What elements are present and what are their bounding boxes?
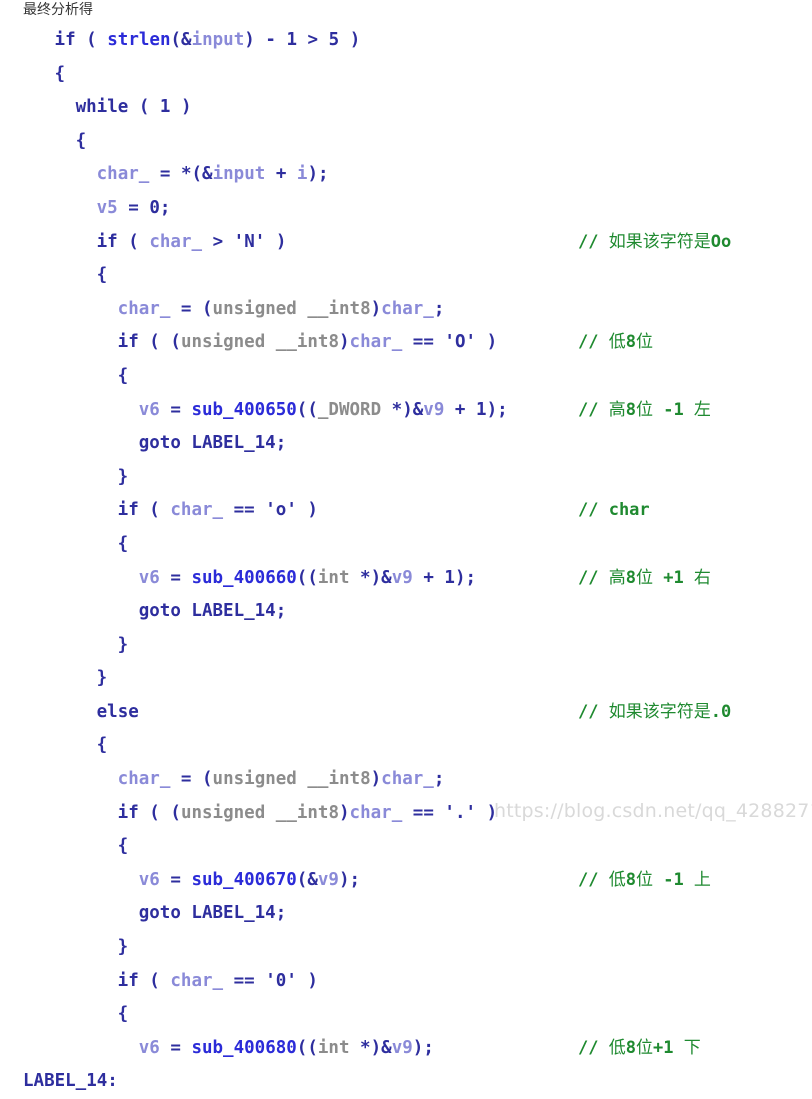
code-line: { <box>0 58 812 92</box>
code-line: v6 = sub_400670(&v9); // 低8位 -1 上 <box>0 864 812 898</box>
code-line-text: { <box>75 130 87 151</box>
code-line-text: char_ = *(&input + i); <box>96 164 329 185</box>
code-line-text: if ( char_ == 'o' ) <box>117 500 318 521</box>
code-line-text: } <box>96 668 108 689</box>
code-line: { <box>0 528 812 562</box>
code-line-text: } <box>117 466 129 487</box>
code-line-text: goto LABEL_14; <box>138 903 287 924</box>
code-line: { <box>0 259 812 293</box>
code-line: { <box>0 830 812 864</box>
code-line: v6 = sub_400680((int *)&v9); // 低8位+1 下 <box>0 1032 812 1066</box>
code-line-text: { <box>117 1004 129 1025</box>
code-line: v6 = sub_400660((int *)&v9 + 1); // 高8位 +… <box>0 562 812 596</box>
code-line-text: else <box>96 701 139 722</box>
code-comment: // 低8位 <box>578 332 653 353</box>
code-line: if ( (unsigned __int8)char_ == 'O' ) // 低… <box>0 326 812 360</box>
watermark: https://blog.csdn.net/qq_42882717 <box>494 800 812 822</box>
code-line-text: v5 = 0; <box>96 197 171 218</box>
code-line-text: { <box>96 265 108 286</box>
code-line-text: char_ = (unsigned __int8)char_; <box>117 769 445 790</box>
code-line-text: v6 = sub_400650((_DWORD *)&v9 + 1); <box>138 399 508 420</box>
code-line: v5 = 0; <box>0 192 812 226</box>
code-line-text: if ( strlen(&input) - 1 > 5 ) <box>54 30 361 50</box>
code-line: if ( char_ == 'o' ) // char <box>0 494 812 528</box>
code-comment: // 低8位 -1 上 <box>578 869 711 890</box>
code-line: { <box>0 729 812 763</box>
code-line-text: } <box>117 937 129 958</box>
code-comment: // 高8位 -1 左 <box>578 399 711 420</box>
code-line-text: if ( char_ == '0' ) <box>117 970 318 991</box>
code-line: if ( char_ == '0' ) <box>0 965 812 999</box>
code-comment: // 高8位 +1 右 <box>578 567 711 588</box>
code-line-text: { <box>54 63 66 84</box>
code-line: goto LABEL_14; <box>0 897 812 931</box>
code-line-text: while ( 1 ) <box>75 97 192 118</box>
code-line: char_ = *(&input + i); <box>0 158 812 192</box>
code-line-text: v6 = sub_400670(&v9); <box>138 869 361 890</box>
code-line-text: if ( (unsigned __int8)char_ == '.' ) <box>117 802 498 823</box>
code-line: } <box>0 931 812 965</box>
code-comment: // 低8位+1 下 <box>578 1037 701 1058</box>
code-line: } <box>0 461 812 495</box>
code-line: goto LABEL_14; <box>0 427 812 461</box>
code-line: v6 = sub_400650((_DWORD *)&v9 + 1); // 高8… <box>0 394 812 428</box>
code-line-text: v6 = sub_400660((int *)&v9 + 1); <box>138 567 477 588</box>
code-line-text: { <box>117 533 129 554</box>
code-line: { <box>0 998 812 1032</box>
code-line: } <box>0 662 812 696</box>
code-comment: // char <box>578 500 650 521</box>
code-line-text: if ( char_ > 'N' ) <box>96 231 287 252</box>
screenshot-root: 最终分析得 if ( strlen(&input) - 1 > 5 ) { whil… <box>0 0 812 1091</box>
code-line-text: { <box>117 836 129 857</box>
code-line-text: if ( (unsigned __int8)char_ == 'O' ) <box>117 332 498 353</box>
code-line: char_ = (unsigned __int8)char_; <box>0 293 812 327</box>
code-line-text: { <box>96 735 108 756</box>
code-line-text: } <box>117 634 129 655</box>
code-line: if ( char_ > 'N' ) // 如果该字符是Oo <box>0 226 812 260</box>
code-line: else // 如果该字符是.0 <box>0 696 812 730</box>
code-line: if ( strlen(&input) - 1 > 5 ) <box>0 24 812 58</box>
code-line-text: goto LABEL_14; <box>138 433 287 454</box>
code-block: if ( strlen(&input) - 1 > 5 ) { while ( 1 … <box>0 24 812 1099</box>
code-line-text: char_ = (unsigned __int8)char_; <box>117 298 445 319</box>
code-line: } <box>0 629 812 663</box>
code-comment: // 如果该字符是.0 <box>578 701 732 722</box>
code-line: char_ = (unsigned __int8)char_; <box>0 763 812 797</box>
code-line-text: goto LABEL_14; <box>138 601 287 622</box>
code-line-text: v6 = sub_400680((int *)&v9); <box>138 1037 434 1058</box>
code-line: while ( 1 ) <box>0 91 812 125</box>
page-title: 最终分析得 <box>23 2 93 18</box>
code-line: { <box>0 360 812 394</box>
code-line-text: { <box>117 365 129 386</box>
code-line: goto LABEL_14; <box>0 595 812 629</box>
code-line-text: LABEL_14: <box>23 1071 118 1092</box>
code-line: LABEL_14: <box>0 1065 812 1099</box>
code-line: { <box>0 125 812 159</box>
code-comment: // 如果该字符是Oo <box>578 231 732 252</box>
